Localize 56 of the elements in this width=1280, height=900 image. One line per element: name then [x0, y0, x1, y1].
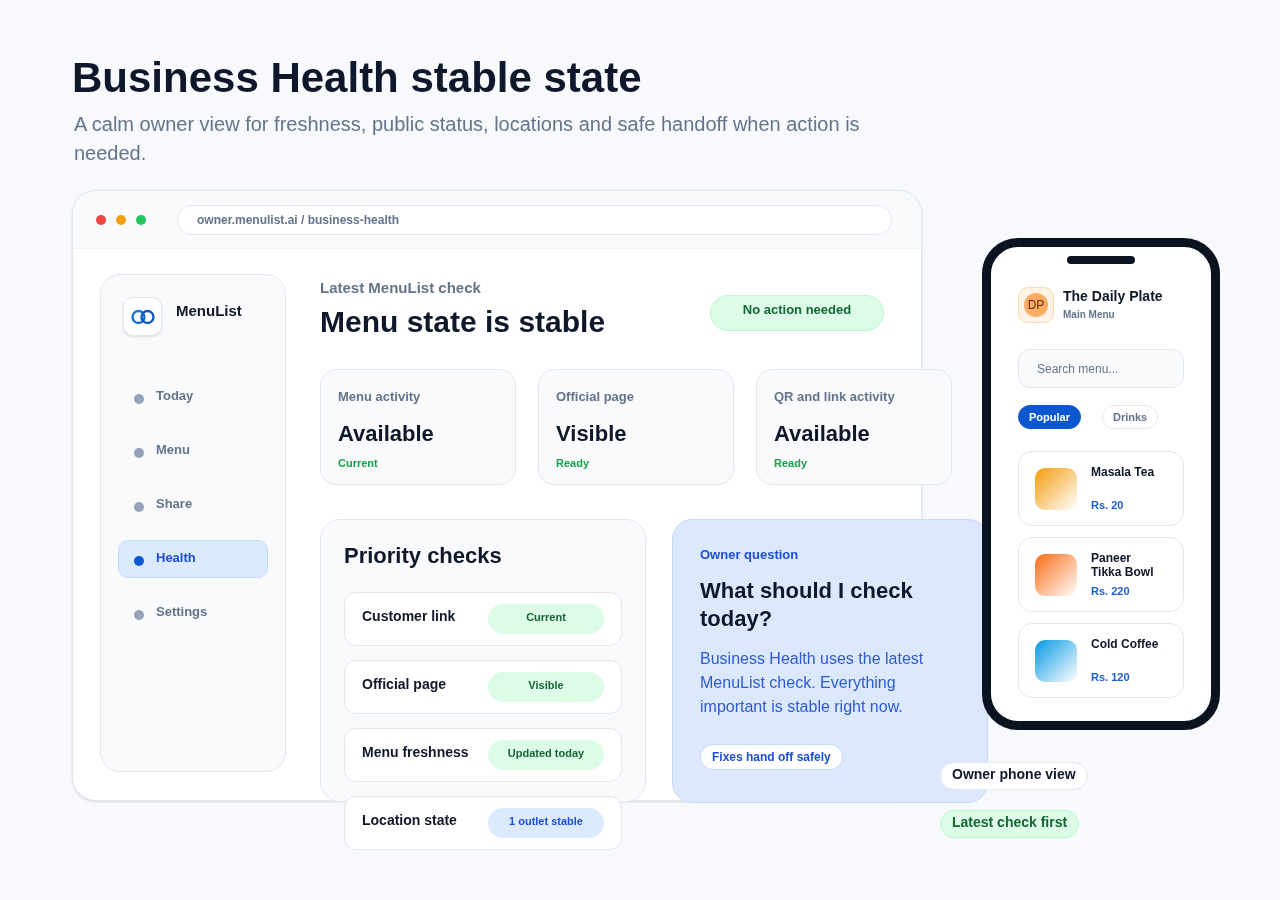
restaurant-avatar: DP [1018, 287, 1054, 323]
check-label: Menu freshness [362, 743, 469, 761]
card-heading: Priority checks [344, 542, 503, 570]
sidebar-item[interactable]: Today [118, 378, 268, 416]
caption-tag: Owner phone view [940, 762, 1088, 790]
sidebar-item[interactable]: Health [118, 540, 268, 578]
info-chip: Fixes hand off safely [700, 744, 843, 770]
item-price: Rs. 120 [1091, 670, 1131, 684]
item-price: Rs. 20 [1091, 498, 1125, 512]
window-close-icon[interactable] [96, 214, 106, 225]
stat-status: Ready [556, 456, 591, 470]
status-badge: Current [488, 604, 604, 634]
sidebar-item[interactable]: Settings [118, 594, 268, 632]
brand-name: MenuList [176, 302, 242, 320]
stat-value: Available [338, 420, 435, 448]
stat-value: Visible [556, 420, 628, 448]
search-field[interactable]: Search menu... [1018, 349, 1184, 388]
stat-value: Available [774, 420, 871, 448]
page-subtitle: A calm owner view for freshness, public status, locations and safe handoff when action is needed. [74, 112, 861, 166]
item-name: Cold Coffee [1091, 637, 1160, 651]
stat-label: Menu activity [338, 388, 422, 406]
menu-item-card[interactable]: Masala Tea Rs. 20 [1018, 451, 1184, 526]
category-tab[interactable]: Drinks [1101, 405, 1159, 429]
logo-icon [123, 297, 162, 336]
card-heading: What should I check today? [700, 577, 914, 633]
item-price: Rs. 220 [1091, 584, 1131, 598]
status-badge: 1 outlet stable [488, 808, 604, 838]
status-badge: No action needed [710, 295, 884, 331]
check-label: Customer link [362, 607, 456, 625]
item-name: Masala Tea [1091, 465, 1156, 479]
address-bar[interactable]: owner.menulist.ai / business-health [177, 204, 892, 235]
caption-tag: Latest check first [940, 810, 1080, 838]
eyebrow-text: Owner question [700, 546, 799, 564]
eyebrow-text: Latest MenuList check [320, 278, 482, 298]
status-badge: Updated today [488, 740, 604, 770]
restaurant-name: The Daily Plate [1063, 287, 1163, 305]
category-tab[interactable]: Popular [1018, 405, 1081, 429]
sidebar-item[interactable]: Menu [118, 432, 268, 470]
stat-label: Official page [556, 388, 636, 406]
menu-item-card[interactable]: Paneer Tikka Bowl Rs. 220 [1018, 537, 1184, 612]
sidebar-item[interactable]: Share [118, 486, 268, 524]
check-label: Location state [362, 811, 457, 829]
window-minimize-icon[interactable] [116, 214, 126, 225]
stat-label: QR and link activity [774, 388, 896, 406]
menu-subtitle: Main Menu [1063, 309, 1116, 321]
window-maximize-icon[interactable] [136, 214, 146, 225]
stat-status: Ready [774, 456, 809, 470]
phone-notch-icon [1067, 256, 1135, 264]
page-title: Business Health stable state [72, 53, 643, 103]
check-label: Official page [362, 675, 447, 693]
menu-item-card[interactable]: Cold Coffee Rs. 120 [1018, 623, 1184, 698]
page-heading: Menu state is stable [320, 304, 606, 340]
item-name: Paneer Tikka Bowl [1091, 551, 1155, 579]
card-description: Business Health uses the latest MenuList check. Everything important is stable right now. [700, 649, 925, 717]
stat-status: Current [338, 456, 379, 470]
status-badge: Visible [488, 672, 604, 702]
